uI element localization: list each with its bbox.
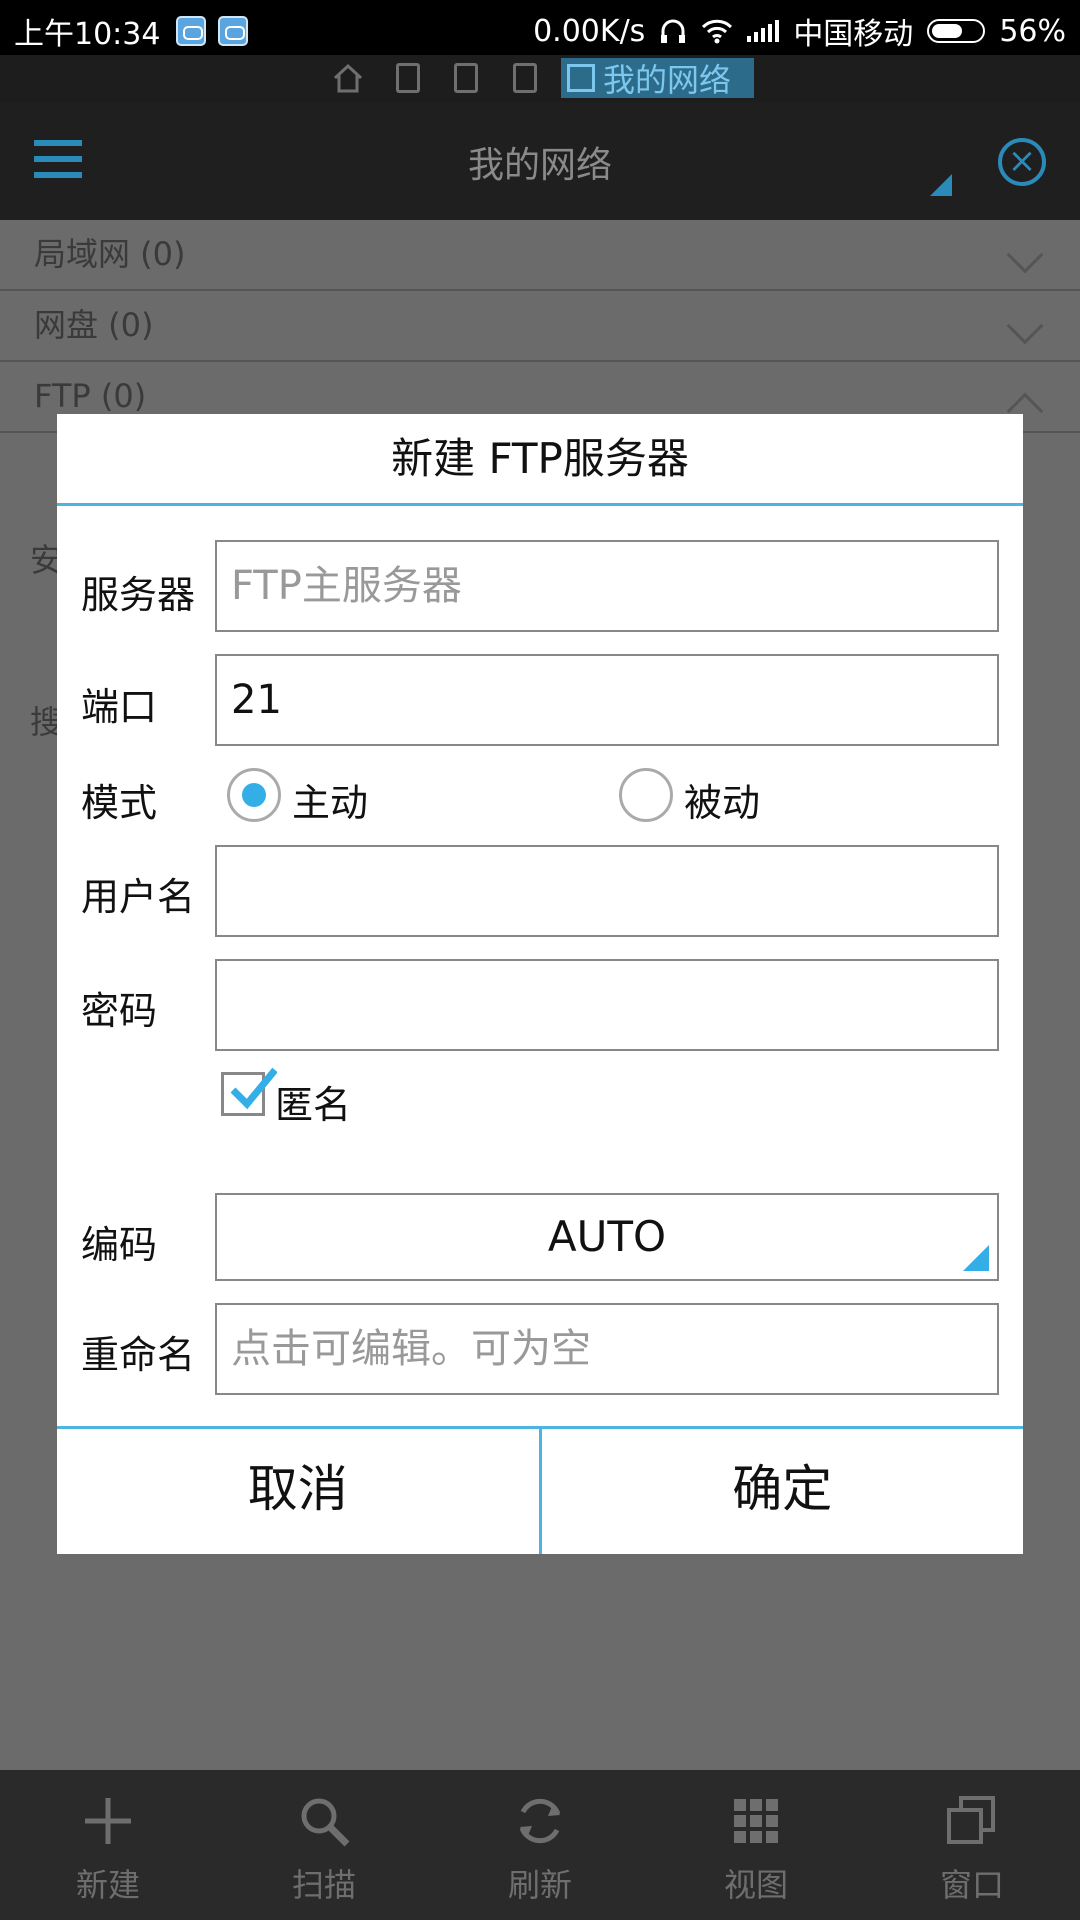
list-item-label: FTP (0) [34, 377, 147, 415]
port-label: 端口 [81, 685, 158, 729]
password-label: 密码 [81, 989, 158, 1033]
signal-icon [747, 20, 780, 42]
corner-indicator-icon [930, 174, 952, 196]
search-icon [301, 1798, 350, 1847]
battery-icon [927, 19, 986, 43]
close-icon[interactable]: × [998, 138, 1046, 186]
battery-percent: 56% [999, 13, 1066, 49]
server-label: 服务器 [81, 573, 196, 617]
dialog-buttons: 取消 确定 [57, 1426, 1023, 1554]
dropdown-indicator-icon [963, 1245, 989, 1271]
port-input[interactable]: 21 [215, 654, 999, 746]
rename-input[interactable]: 点击可编辑。可为空 [215, 1303, 999, 1395]
username-label: 用户名 [81, 875, 196, 919]
cancel-button[interactable]: 取消 [57, 1429, 539, 1554]
mode-active-label[interactable]: 主动 [292, 772, 368, 827]
list-item[interactable]: 局域网 (0) [0, 220, 1080, 291]
app-notification-icon [218, 16, 249, 46]
network-list: 局域网 (0) 网盘 (0) FTP (0) [0, 220, 1080, 433]
headset-icon [661, 19, 686, 43]
network-icon [567, 64, 595, 92]
toolbar-scan-button[interactable]: 扫描 [216, 1770, 432, 1920]
rename-label: 重命名 [81, 1333, 196, 1377]
username-input[interactable] [215, 845, 999, 937]
toolbar-label: 视图 [723, 1866, 788, 1904]
active-window-tab[interactable]: 我的网络 [561, 58, 754, 99]
checkmark-icon [230, 1067, 277, 1110]
bottom-toolbar: 新建 扫描 刷新 视图 窗口 [0, 1770, 1080, 1920]
new-ftp-server-dialog: 新建 FTP服务器 服务器 FTP主服务器 端口 21 模式 主动 被动 用户名… [57, 414, 1023, 1554]
list-item-label: 网盘 (0) [34, 306, 154, 344]
mode-passive-label[interactable]: 被动 [684, 772, 760, 827]
mode-passive-radio[interactable] [619, 768, 673, 822]
password-input[interactable] [215, 959, 999, 1051]
toolbar-label: 刷新 [507, 1866, 572, 1904]
server-input[interactable]: FTP主服务器 [215, 540, 999, 632]
home-tab-icon[interactable] [332, 63, 364, 93]
mode-label: 模式 [81, 781, 158, 825]
list-item-label: 局域网 (0) [34, 235, 186, 273]
chevron-down-icon [1006, 236, 1044, 274]
grid-icon [734, 1799, 778, 1843]
encoding-label: 编码 [81, 1223, 158, 1267]
anonymous-label[interactable]: 匿名 [275, 1074, 351, 1129]
toolbar-label: 窗口 [939, 1866, 1004, 1904]
window-tab-strip: 我的网络 [0, 55, 1080, 102]
dialog-title: 新建 FTP服务器 [57, 414, 1023, 506]
wifi-icon [702, 19, 733, 44]
chevron-down-icon [1006, 307, 1044, 345]
window-tab-icon[interactable] [513, 63, 537, 93]
ok-button[interactable]: 确定 [538, 1429, 1024, 1554]
app-header: 我的网络 × [0, 102, 1080, 220]
windows-icon [947, 1796, 995, 1844]
status-bar: 上午10:34 0.00K/s 中国移动 56% [0, 0, 1080, 55]
plus-icon [85, 1798, 131, 1844]
toolbar-view-button[interactable]: 视图 [648, 1770, 864, 1920]
window-tab-icon[interactable] [454, 63, 478, 93]
status-time: 上午10:34 [14, 17, 161, 52]
encoding-value: AUTO [547, 1212, 667, 1261]
refresh-icon [519, 1798, 561, 1844]
mode-active-radio[interactable] [227, 768, 281, 822]
net-speed: 0.00K/s [533, 13, 646, 49]
active-tab-label: 我的网络 [603, 61, 732, 99]
toolbar-new-button[interactable]: 新建 [0, 1770, 216, 1920]
encoding-select[interactable]: AUTO [215, 1193, 999, 1281]
toolbar-window-button[interactable]: 窗口 [864, 1770, 1080, 1920]
carrier-name: 中国移动 [793, 17, 914, 52]
page-title: 我的网络 [467, 145, 612, 186]
window-tab-icon[interactable] [396, 63, 420, 93]
list-item[interactable]: 网盘 (0) [0, 291, 1080, 362]
app-notification-icon [176, 16, 207, 46]
toolbar-refresh-button[interactable]: 刷新 [432, 1770, 648, 1920]
toolbar-label: 扫描 [291, 1866, 356, 1904]
toolbar-label: 新建 [75, 1866, 140, 1904]
